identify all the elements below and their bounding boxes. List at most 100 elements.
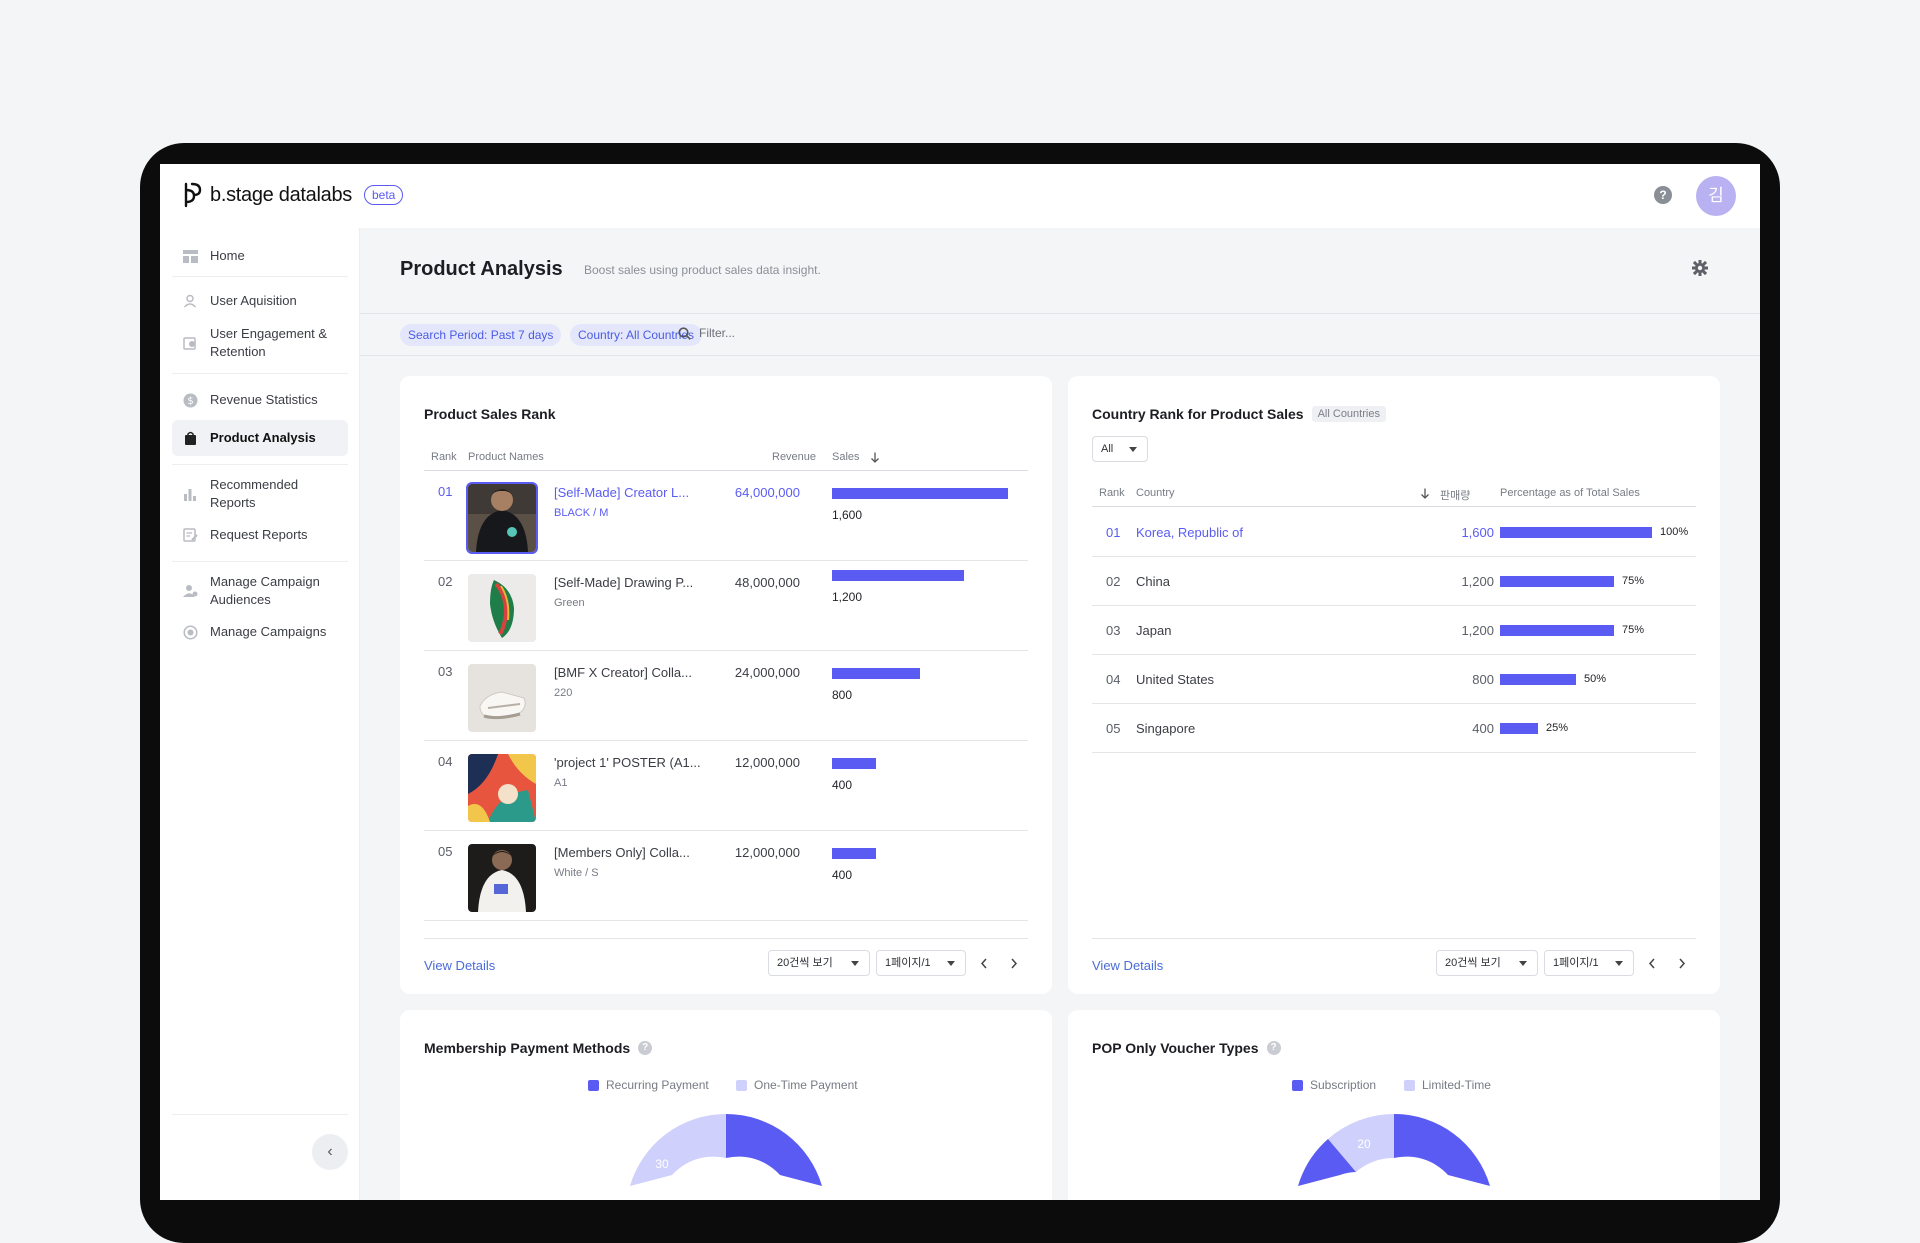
country-name[interactable]: United States [1136,672,1214,687]
country-sales: 400 [1472,721,1494,736]
user-icon [182,293,198,309]
bar-chart-icon [182,486,198,502]
sales-bar [832,848,876,859]
product-name[interactable]: [Members Only] Colla... [554,845,690,860]
engagement-icon [182,335,198,351]
card-title: Product Sales Rank [424,406,556,422]
sidebar-item-label: Revenue Statistics [210,392,318,407]
filter-search[interactable]: Filter... [678,326,735,340]
product-thumbnail[interactable] [468,664,536,732]
donut-slice-subscription [1394,1114,1490,1186]
sidebar-item-home[interactable]: Home [172,236,348,276]
help-icon[interactable]: ? [1654,186,1672,204]
sales-value: 400 [832,778,853,792]
donut-chart: 20 [1298,1114,1490,1186]
chevron-down-icon [1129,447,1137,452]
sidebar-item-recommended-reports[interactable]: Recommended Reports [172,471,348,517]
product-revenue: 64,000,000 [734,485,800,500]
top-bar: b.stage datalabs beta ? 김 [160,164,1760,228]
chevron-right-icon[interactable] [1010,958,1018,969]
page-select[interactable]: 1페이지/1 [876,950,966,976]
sidebar-item-label: Recommended Reports [210,477,299,510]
sidebar-item-revenue-statistics[interactable]: $ Revenue Statistics [172,380,348,420]
collapse-sidebar-button[interactable]: ‹ [312,1134,348,1170]
divider [172,373,348,374]
donut-chart: 30 [630,1114,822,1186]
sidebar-item-user-aquisition[interactable]: User Aquisition [172,281,348,321]
product-thumbnail[interactable] [468,754,536,822]
app-screen: b.stage datalabs beta ? 김 Home User Aqui… [160,164,1760,1200]
sales-bar [832,758,876,769]
card-title-text: Country Rank for Product Sales [1092,406,1304,422]
legend-label: Recurring Payment [606,1078,709,1092]
product-sales-rank-card: Product Sales Rank Rank Product Names Re… [400,376,1052,994]
sales-value: 400 [832,868,853,882]
chevron-right-icon[interactable] [1678,958,1686,969]
country-sales: 1,200 [1461,623,1494,638]
page-header: Product Analysis Boost sales using produ… [360,228,1760,314]
sort-down-icon[interactable] [1420,488,1430,499]
page-title: Product Analysis [400,258,563,280]
view-details-link[interactable]: View Details [424,958,495,973]
product-thumbnail[interactable] [468,574,536,642]
sales-value: 1,600 [832,508,863,522]
card-title: Membership Payment Methods ? [424,1040,653,1056]
sort-down-icon[interactable] [870,452,880,463]
logo[interactable]: b.stage datalabs beta [182,182,404,208]
page-size-select[interactable]: 20건씩 보기 [768,950,870,976]
sidebar-item-campaign-audiences[interactable]: Manage Campaign Audiences [172,568,348,614]
divider [424,920,1028,921]
sidebar-item-product-analysis[interactable]: Product Analysis [172,420,348,456]
divider [172,276,348,277]
country-tag: All Countries [1311,406,1386,422]
legend-item: Limited-Time [1404,1078,1491,1092]
row-rank: 02 [1106,574,1121,589]
product-thumbnail[interactable] [466,482,538,554]
search-icon [678,326,691,340]
percentage-bar [1500,723,1538,734]
avatar[interactable]: 김 [1696,176,1736,216]
chevron-left-icon[interactable] [980,958,988,969]
row-rank: 04 [438,754,453,769]
divider [1092,703,1696,704]
view-details-link[interactable]: View Details [1092,958,1163,973]
card-title: POP Only Voucher Types ? [1092,1040,1281,1056]
page-size-select[interactable]: 20건씩 보기 [1436,950,1538,976]
country-name[interactable]: Korea, Republic of [1136,525,1243,540]
help-icon[interactable]: ? [1266,1041,1281,1055]
col-header-sales[interactable]: 판매량 [1440,487,1470,503]
divider [1092,605,1696,606]
chevron-left-icon[interactable] [1648,958,1656,969]
card-title-text: Product Sales Rank [424,406,556,422]
country-name[interactable]: Japan [1136,623,1171,638]
col-header-sales[interactable]: Sales [832,451,860,463]
product-name[interactable]: [Self-Made] Drawing P... [554,575,693,590]
chevron-down-icon [851,961,859,966]
sidebar-item-user-engagement[interactable]: User Engagement & Retention [172,321,348,365]
percentage-label: 100% [1660,526,1689,538]
legend-swatch [1292,1079,1303,1091]
donut-slice-recurring [726,1114,822,1186]
filter-chip-period[interactable]: Search Period: Past 7 days [400,324,562,346]
filter-placeholder: Filter... [699,326,736,340]
product-name[interactable]: [Self-Made] Creator L... [554,485,689,500]
voucher-types-card: POP Only Voucher Types ? Subscription Li… [1068,1010,1720,1200]
country-sales: 800 [1472,672,1494,687]
product-name[interactable]: 'project 1' POSTER (A1... [554,755,701,770]
chevron-down-icon [947,961,955,966]
country-filter-select[interactable]: All [1092,436,1148,462]
product-name[interactable]: [BMF X Creator] Colla... [554,665,692,680]
country-name[interactable]: Singapore [1136,721,1195,736]
sales-bar [832,668,920,679]
divider [1092,506,1696,507]
product-thumbnail[interactable] [468,844,536,912]
page-select[interactable]: 1페이지/1 [1544,950,1634,976]
country-name[interactable]: China [1136,574,1170,589]
col-header-country: Country [1136,487,1175,499]
donut-label: 20 [1357,1137,1371,1151]
sidebar-item-request-reports[interactable]: Request Reports [172,517,348,553]
gear-icon[interactable] [1692,260,1708,276]
help-icon[interactable]: ? [638,1041,653,1055]
col-header-revenue: Revenue [772,451,817,463]
sidebar-item-manage-campaigns[interactable]: Manage Campaigns [172,614,348,650]
